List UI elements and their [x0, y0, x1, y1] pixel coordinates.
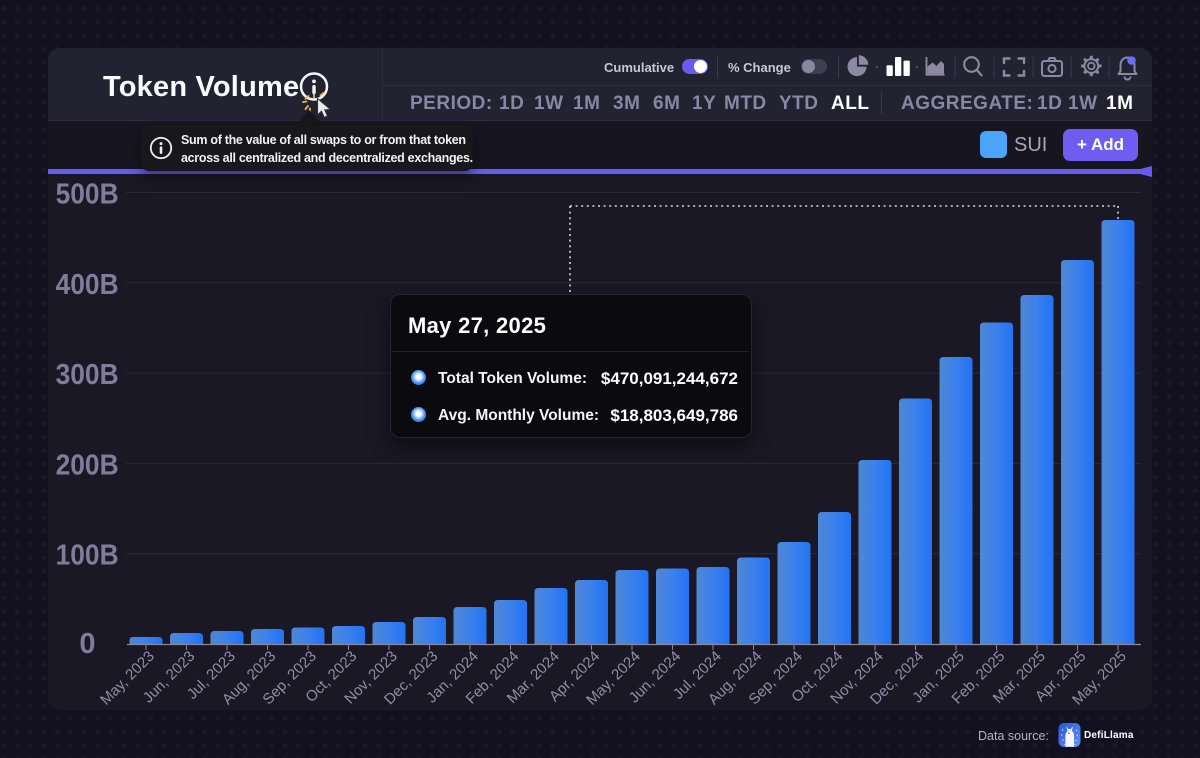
svg-text:100B: 100B — [56, 540, 119, 572]
svg-text:500B: 500B — [56, 179, 119, 211]
svg-text:0: 0 — [79, 628, 95, 660]
svg-text:200B: 200B — [56, 449, 119, 481]
svg-text:300B: 300B — [56, 359, 119, 391]
svg-text:400B: 400B — [56, 269, 119, 301]
